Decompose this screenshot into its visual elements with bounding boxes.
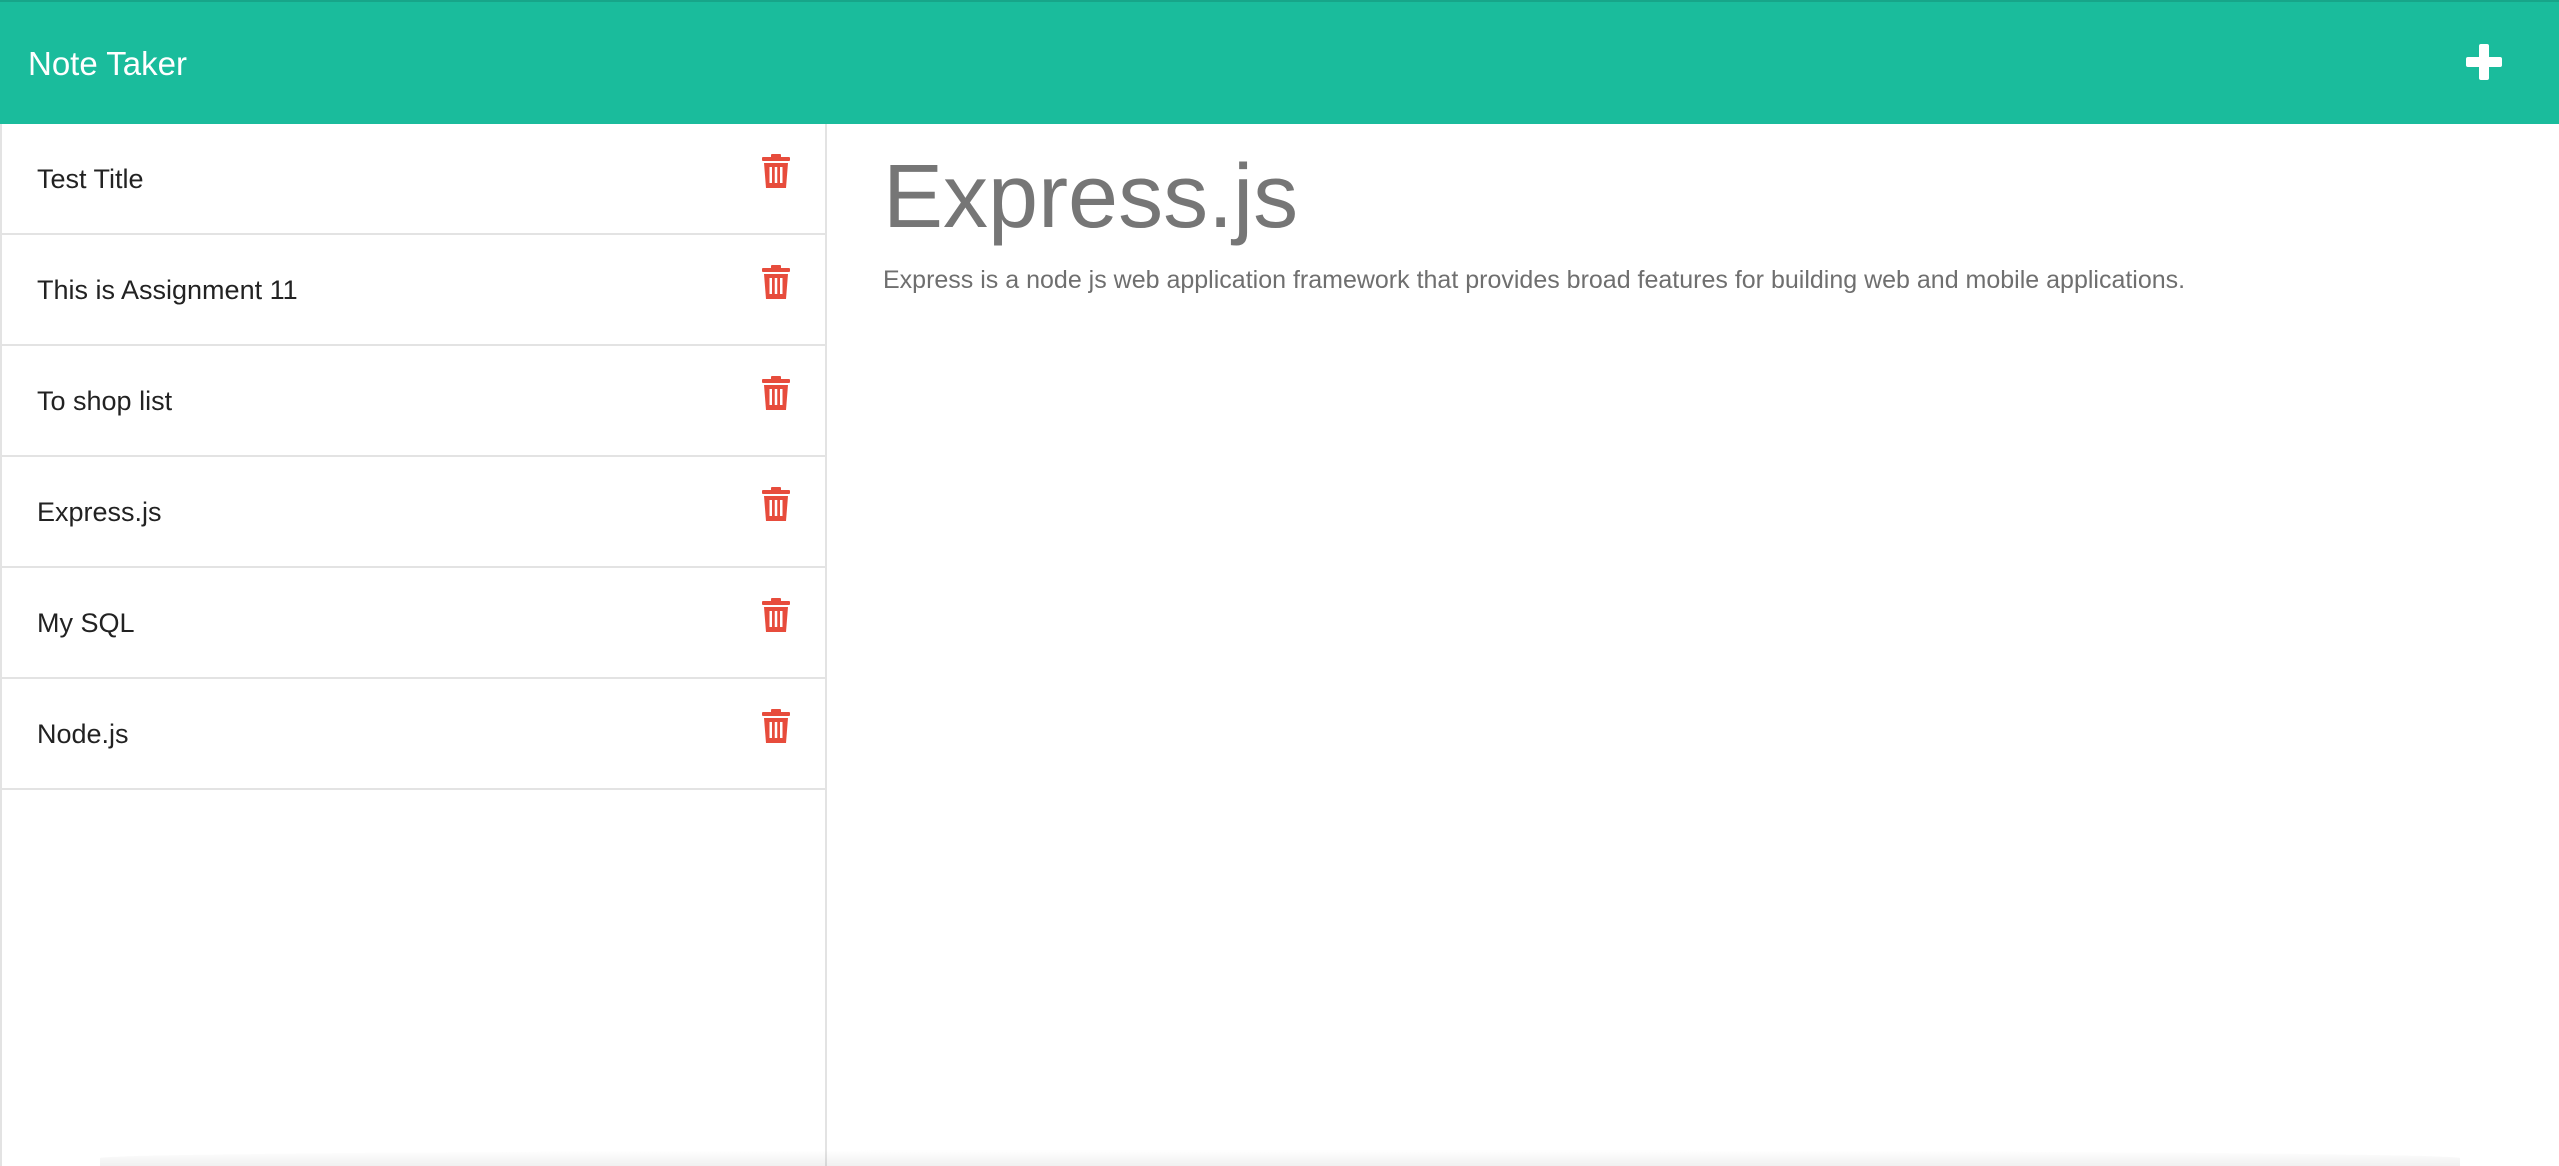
note-textarea[interactable]: Express is a node js web application fra…: [883, 262, 2185, 298]
brand-title[interactable]: Note Taker: [28, 42, 187, 86]
note-list-item-title: My SQL: [37, 608, 135, 638]
delete-note-button[interactable]: [762, 709, 796, 747]
note-list-item[interactable]: This is Assignment 11: [2, 235, 825, 346]
navbar: Note Taker: [0, 0, 2559, 124]
delete-note-button[interactable]: [762, 598, 796, 636]
window-shadow: [100, 1150, 2460, 1166]
delete-note-button[interactable]: [762, 487, 796, 525]
note-list-item-title: Node.js: [37, 719, 129, 749]
delete-note-button[interactable]: [762, 376, 796, 414]
trash-icon: [762, 598, 790, 632]
trash-icon: [762, 154, 790, 188]
note-list-item-title: Test Title: [37, 164, 144, 194]
note-list-item[interactable]: Test Title: [2, 124, 825, 235]
new-note-button[interactable]: [2460, 36, 2508, 88]
note-list-item[interactable]: To shop list: [2, 346, 825, 457]
note-list-item[interactable]: My SQL: [2, 568, 825, 679]
trash-icon: [762, 487, 790, 521]
note-list-item[interactable]: Express.js: [2, 457, 825, 568]
note-list: Test Title This is Assignment 11 To shop…: [0, 124, 827, 1166]
delete-note-button[interactable]: [762, 154, 796, 192]
note-editor: Express.js Express is a node js web appl…: [829, 124, 2559, 1166]
trash-icon: [762, 265, 790, 299]
note-list-item-title: This is Assignment 11: [37, 275, 298, 305]
note-list-item-title: Express.js: [37, 497, 162, 527]
note-title[interactable]: Express.js: [883, 142, 1298, 252]
trash-icon: [762, 709, 790, 743]
plus-icon: [2466, 44, 2502, 80]
trash-icon: [762, 376, 790, 410]
note-list-item[interactable]: Node.js: [2, 679, 825, 790]
delete-note-button[interactable]: [762, 265, 796, 303]
note-list-item-title: To shop list: [37, 386, 173, 416]
